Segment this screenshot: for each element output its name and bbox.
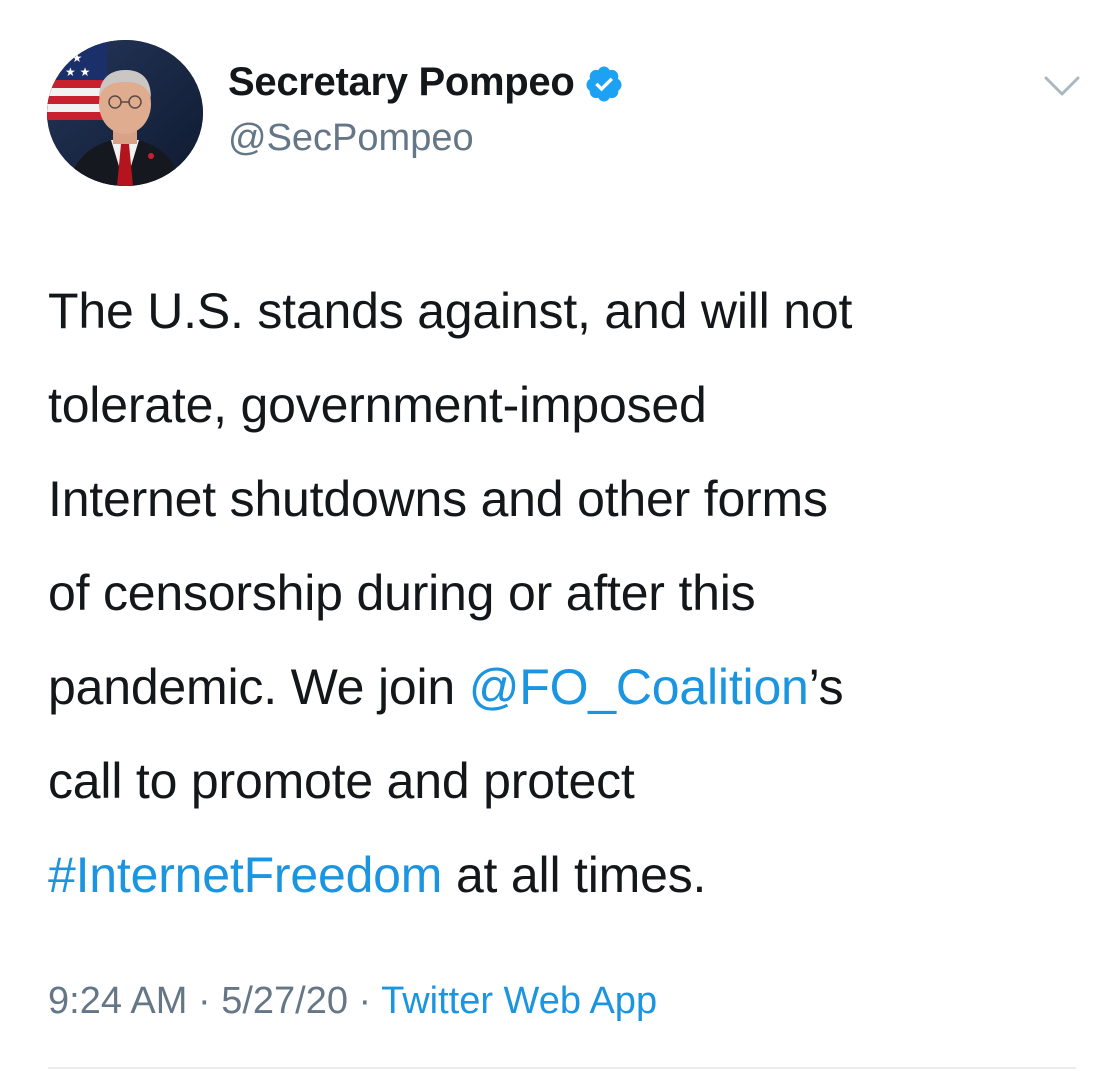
tweet-source-link[interactable]: Twitter Web App (381, 980, 657, 1022)
tweet-line: tolerate, government-imposed (48, 358, 1088, 452)
tweet-line: pandemic. We join @FO_Coalition’s (48, 640, 1088, 734)
tweet-text-segment: at all times. (442, 847, 707, 903)
mention-link-fo-coalition[interactable]: @FO_Coalition (469, 659, 809, 715)
tweet-text-segment: The U.S. stands against, and will not (48, 283, 853, 339)
author-display-name[interactable]: Secretary Pompeo (228, 60, 575, 105)
author-name-row[interactable]: Secretary Pompeo (228, 60, 624, 105)
avatar[interactable]: ★ ★ ★ ★ (47, 40, 203, 186)
tweet-date[interactable]: 5/27/20 (221, 980, 348, 1022)
tweet-line: of censorship during or after this (48, 546, 1088, 640)
verified-badge-icon (586, 66, 622, 101)
tweet-line: Internet shutdowns and other forms (48, 452, 1088, 546)
tweet-header: ★ ★ ★ ★ Secretary Pompeo @SecPompeo (0, 0, 1112, 200)
tweet-text-segment: ’s (808, 659, 844, 715)
chevron-down-icon[interactable] (1042, 72, 1082, 100)
tweet-line: call to promote and protect (48, 734, 1088, 828)
tweet-text-segment: Internet shutdowns and other forms (48, 471, 828, 527)
tweet-time[interactable]: 9:24 AM (48, 980, 187, 1022)
tweet-meta: 9:24 AM · 5/27/20 · Twitter Web App (48, 980, 657, 1023)
avatar-portrait: ★ ★ ★ ★ (47, 40, 203, 186)
hashtag-link-internetfreedom[interactable]: #InternetFreedom (48, 847, 442, 903)
tweet-text: The U.S. stands against, and will not to… (48, 264, 1088, 922)
tweet-text-segment: of censorship during or after this (48, 565, 756, 621)
tweet-line: #InternetFreedom at all times. (48, 828, 1088, 922)
tweet-text-segment: tolerate, government-imposed (48, 377, 707, 433)
svg-text:★ ★: ★ ★ (57, 51, 82, 65)
tweet-line: The U.S. stands against, and will not (48, 264, 1088, 358)
author-handle[interactable]: @SecPompeo (228, 117, 474, 160)
tweet-text-segment: pandemic. We join (48, 659, 469, 715)
divider (48, 1067, 1076, 1069)
meta-separator: · (187, 980, 222, 1022)
tweet-text-segment: call to promote and protect (48, 753, 635, 809)
meta-separator: · (348, 980, 382, 1022)
svg-text:★ ★: ★ ★ (65, 65, 90, 79)
